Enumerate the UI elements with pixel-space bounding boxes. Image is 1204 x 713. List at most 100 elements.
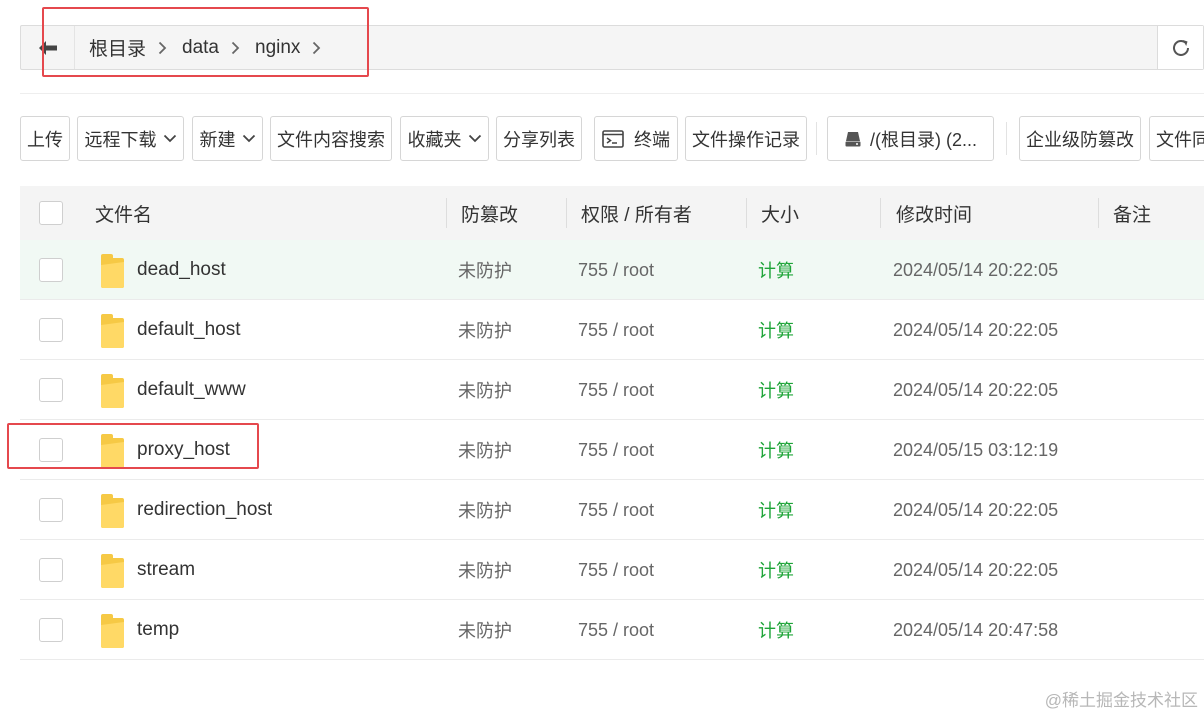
row-checkbox[interactable] (39, 498, 63, 522)
modified-time: 2024/05/14 20:22:05 (893, 499, 1059, 520)
size-calc-link[interactable]: 计算 (758, 600, 794, 660)
file-log-button[interactable]: 文件操作记录 (685, 116, 807, 161)
folder-icon (101, 434, 124, 468)
permission-owner[interactable]: 755 / root (578, 540, 654, 600)
permission-owner[interactable]: 755 / root (578, 360, 654, 420)
favorites-button[interactable]: 收藏夹 (400, 116, 489, 161)
breadcrumb-data[interactable]: data (176, 37, 225, 59)
modified-time: 2024/05/14 20:47:58 (893, 619, 1059, 640)
chevron-right-icon (156, 41, 168, 55)
file-sync-button[interactable]: 文件同 (1149, 116, 1204, 161)
row-checkbox[interactable] (39, 558, 63, 582)
file-name[interactable]: proxy_host (137, 420, 230, 480)
folder-icon (101, 554, 124, 588)
permission-owner[interactable]: 755 / root (578, 600, 654, 660)
table-row[interactable]: redirection_host 未防护 755 / root 计算 2024/… (20, 480, 1204, 540)
new-button[interactable]: 新建 (192, 116, 263, 161)
file-name[interactable]: dead_host (137, 240, 226, 300)
content-search-button[interactable]: 文件内容搜索 (270, 116, 392, 161)
size-calc-link[interactable]: 计算 (758, 300, 794, 360)
disk-label: /(根目录) (2... (870, 129, 977, 150)
file-name[interactable]: redirection_host (137, 480, 272, 540)
chevron-down-icon (163, 134, 177, 143)
share-list-label: 分享列表 (503, 129, 575, 150)
permission-owner[interactable]: 755 / root (578, 300, 654, 360)
size-calc-link[interactable]: 计算 (758, 420, 794, 480)
tamper-proof-label: 企业级防篡改 (1026, 129, 1134, 150)
column-separator (566, 198, 567, 228)
toolbar: 上传 远程下载 新建 文件内容搜索 收藏夹 分享列表 终端 文件操作记录 /(根… (0, 116, 1204, 161)
divider (20, 93, 1204, 94)
refresh-icon (1172, 39, 1189, 56)
table-row[interactable]: default_host 未防护 755 / root 计算 2024/05/1… (20, 300, 1204, 360)
disk-button[interactable]: /(根目录) (2... (827, 116, 994, 161)
modified-time: 2024/05/14 20:22:05 (893, 559, 1059, 580)
row-checkbox[interactable] (39, 318, 63, 342)
file-sync-label: 文件同 (1156, 129, 1204, 150)
tamper-status: 未防护 (458, 441, 512, 461)
file-name[interactable]: default_host (137, 300, 241, 360)
upload-label: 上传 (27, 129, 63, 150)
permission-owner[interactable]: 755 / root (578, 420, 654, 480)
folder-icon (101, 494, 124, 528)
row-checkbox[interactable] (39, 438, 63, 462)
header-note: 备注 (1113, 204, 1152, 226)
table-row[interactable]: temp 未防护 755 / root 计算 2024/05/14 20:47:… (20, 600, 1204, 660)
content-search-label: 文件内容搜索 (277, 129, 385, 150)
size-calc-link[interactable]: 计算 (758, 480, 794, 540)
row-checkbox[interactable] (39, 258, 63, 282)
folder-icon (101, 614, 124, 648)
permission-owner[interactable]: 755 / root (578, 480, 654, 540)
chevron-down-icon (468, 134, 482, 143)
size-calc-link[interactable]: 计算 (758, 240, 794, 300)
file-name[interactable]: stream (137, 540, 195, 600)
share-list-button[interactable]: 分享列表 (496, 116, 582, 161)
row-checkbox[interactable] (39, 378, 63, 402)
breadcrumb-root[interactable]: 根目录 (83, 34, 152, 61)
terminal-icon (602, 129, 624, 148)
chevron-down-icon (242, 134, 256, 143)
folder-icon (101, 314, 124, 348)
folder-icon (101, 254, 124, 288)
table-row[interactable]: proxy_host 未防护 755 / root 计算 2024/05/15 … (20, 420, 1204, 480)
tamper-status: 未防护 (458, 501, 512, 521)
table-row[interactable]: stream 未防护 755 / root 计算 2024/05/14 20:2… (20, 540, 1204, 600)
modified-time: 2024/05/14 20:22:05 (893, 259, 1059, 280)
back-button[interactable] (21, 26, 75, 69)
select-all-checkbox[interactable] (39, 201, 63, 225)
file-name[interactable]: temp (137, 600, 179, 660)
chevron-right-icon (229, 41, 241, 55)
file-log-label: 文件操作记录 (692, 129, 800, 150)
refresh-button[interactable] (1157, 26, 1203, 69)
permission-owner[interactable]: 755 / root (578, 240, 654, 300)
size-calc-link[interactable]: 计算 (758, 360, 794, 420)
folder-icon (101, 374, 124, 408)
table-row[interactable]: dead_host 未防护 755 / root 计算 2024/05/14 2… (20, 240, 1204, 300)
upload-button[interactable]: 上传 (20, 116, 70, 161)
file-name[interactable]: default_www (137, 360, 246, 420)
toolbar-separator (1006, 122, 1007, 155)
terminal-label: 终端 (634, 129, 670, 150)
column-separator (746, 198, 747, 228)
table-row[interactable]: default_www 未防护 755 / root 计算 2024/05/14… (20, 360, 1204, 420)
remote-download-button[interactable]: 远程下载 (77, 116, 184, 161)
header-size[interactable]: 大小 (761, 186, 799, 240)
column-separator (880, 198, 881, 228)
column-separator (446, 198, 447, 228)
tamper-status: 未防护 (458, 561, 512, 581)
tamper-proof-button[interactable]: 企业级防篡改 (1019, 116, 1141, 161)
modified-time: 2024/05/14 20:22:05 (893, 319, 1059, 340)
back-arrow-icon (38, 40, 57, 55)
header-mtime[interactable]: 修改时间 (896, 186, 972, 240)
tamper-status: 未防护 (458, 321, 512, 341)
size-calc-link[interactable]: 计算 (758, 540, 794, 600)
tamper-status: 未防护 (458, 621, 512, 641)
path-bar: 根目录 data nginx (20, 25, 1204, 70)
modified-time: 2024/05/14 20:22:05 (893, 379, 1059, 400)
header-name[interactable]: 文件名 (95, 186, 152, 240)
terminal-button[interactable]: 终端 (594, 116, 678, 161)
tamper-status: 未防护 (458, 381, 512, 401)
row-checkbox[interactable] (39, 618, 63, 642)
breadcrumb-nginx[interactable]: nginx (249, 37, 306, 59)
disk-icon (845, 131, 861, 146)
